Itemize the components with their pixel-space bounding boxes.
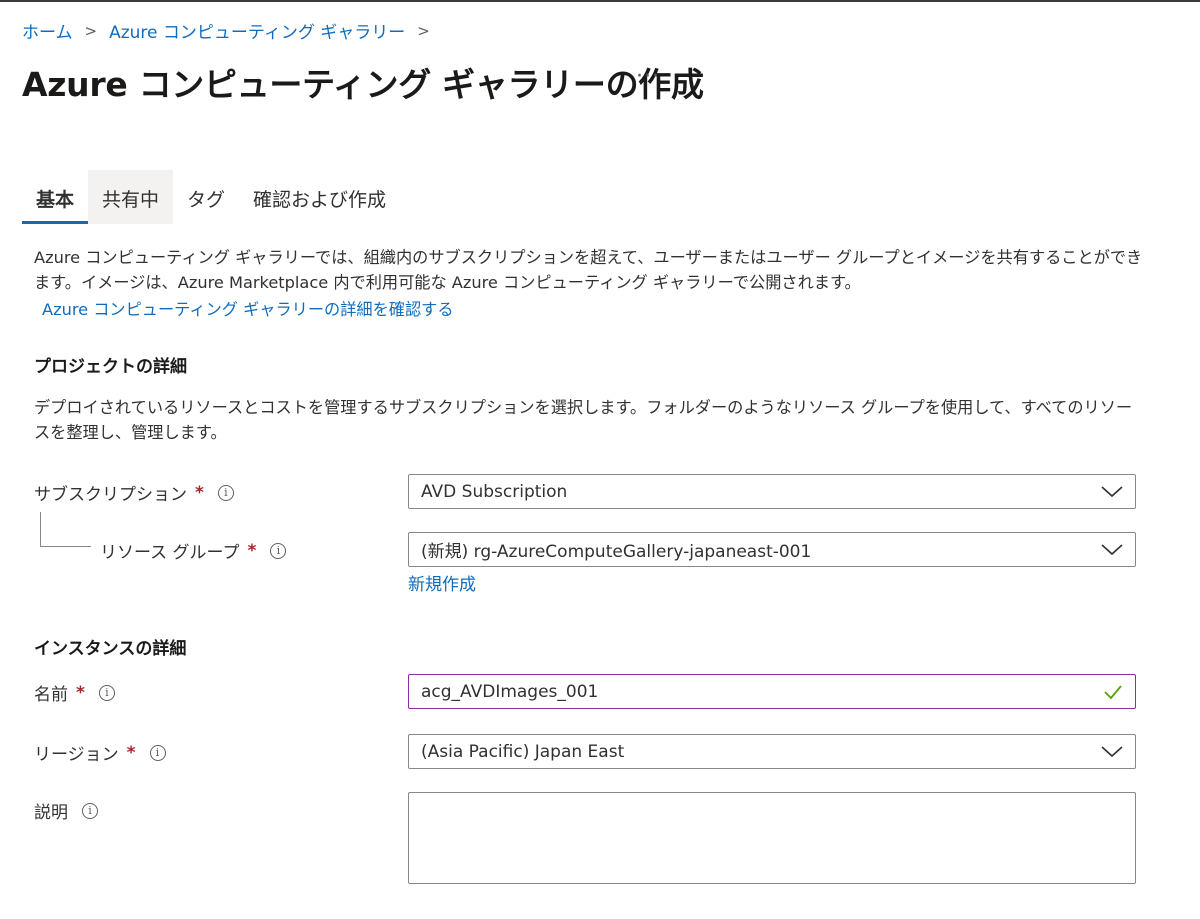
- tab-basics[interactable]: 基本: [22, 170, 89, 224]
- description-label: 説明 i: [34, 798, 98, 823]
- chevron-down-icon: [1101, 543, 1123, 556]
- resource-group-value: (新規) rg-AzureComputeGallery-japaneast-00…: [421, 542, 812, 562]
- tab-tags[interactable]: タグ: [173, 170, 239, 224]
- breadcrumb: ホーム > Azure コンピューティング ギャラリー >: [22, 18, 442, 44]
- subscription-label-text: サブスクリプション: [34, 485, 187, 505]
- info-icon[interactable]: i: [82, 802, 98, 819]
- subscription-value: AVD Subscription: [421, 481, 568, 502]
- intro-text: Azure コンピューティング ギャラリーでは、組織内のサブスクリプションを超え…: [34, 248, 1143, 292]
- project-details-heading: プロジェクトの詳細: [34, 357, 187, 377]
- region-label: リージョン * i: [34, 740, 166, 765]
- info-icon[interactable]: i: [217, 484, 234, 501]
- region-dropdown[interactable]: (Asia Pacific) Japan East: [408, 734, 1136, 769]
- info-icon[interactable]: i: [270, 542, 287, 559]
- resource-group-label-text: リソース グループ: [100, 543, 240, 563]
- tab-sharing[interactable]: 共有中: [88, 170, 174, 224]
- required-marker: *: [76, 682, 85, 703]
- breadcrumb-home-link[interactable]: ホーム: [22, 18, 73, 43]
- name-input[interactable]: acg_AVDImages_001: [408, 674, 1136, 709]
- info-icon[interactable]: i: [149, 744, 166, 761]
- tree-connector-line: [40, 512, 91, 547]
- breadcrumb-separator: >: [84, 21, 98, 40]
- info-icon[interactable]: i: [98, 684, 115, 701]
- region-value: (Asia Pacific) Japan East: [421, 741, 625, 762]
- name-value: acg_AVDImages_001: [421, 681, 599, 702]
- breadcrumb-gallery-link[interactable]: Azure コンピューティング ギャラリー: [109, 18, 405, 43]
- name-label: 名前 * i: [34, 680, 115, 705]
- learn-more-link[interactable]: Azure コンピューティング ギャラリーの詳細を確認する: [42, 296, 454, 320]
- required-marker: *: [126, 742, 136, 763]
- resource-group-label: リソース グループ * i: [100, 538, 287, 563]
- tab-bar: 基本 共有中 タグ 確認および作成: [22, 170, 400, 224]
- region-label-text: リージョン: [34, 745, 119, 765]
- description-label-text: 説明: [34, 803, 68, 823]
- chevron-down-icon: [1101, 485, 1123, 498]
- required-marker: *: [195, 482, 204, 503]
- chevron-down-icon: [1101, 745, 1123, 758]
- subscription-label: サブスクリプション * i: [34, 480, 234, 505]
- description-textarea[interactable]: [408, 792, 1136, 884]
- subscription-dropdown[interactable]: AVD Subscription: [408, 474, 1136, 509]
- breadcrumb-separator: >: [417, 21, 430, 40]
- tab-review-create[interactable]: 確認および作成: [239, 170, 400, 224]
- page-title: Azure コンピューティング ギャラリーの作成: [22, 65, 704, 104]
- instance-details-heading: インスタンスの詳細: [34, 639, 187, 659]
- required-marker: *: [247, 540, 257, 561]
- project-details-description: デプロイされているリソースとコストを管理するサブスクリプションを選択します。フォ…: [34, 398, 1133, 442]
- more-options-button[interactable]: ···: [636, 64, 660, 89]
- checkmark-icon: [1103, 684, 1123, 700]
- name-label-text: 名前: [34, 685, 68, 705]
- create-new-resource-group-link[interactable]: 新規作成: [408, 570, 476, 595]
- resource-group-dropdown[interactable]: (新規) rg-AzureComputeGallery-japaneast-00…: [408, 532, 1136, 567]
